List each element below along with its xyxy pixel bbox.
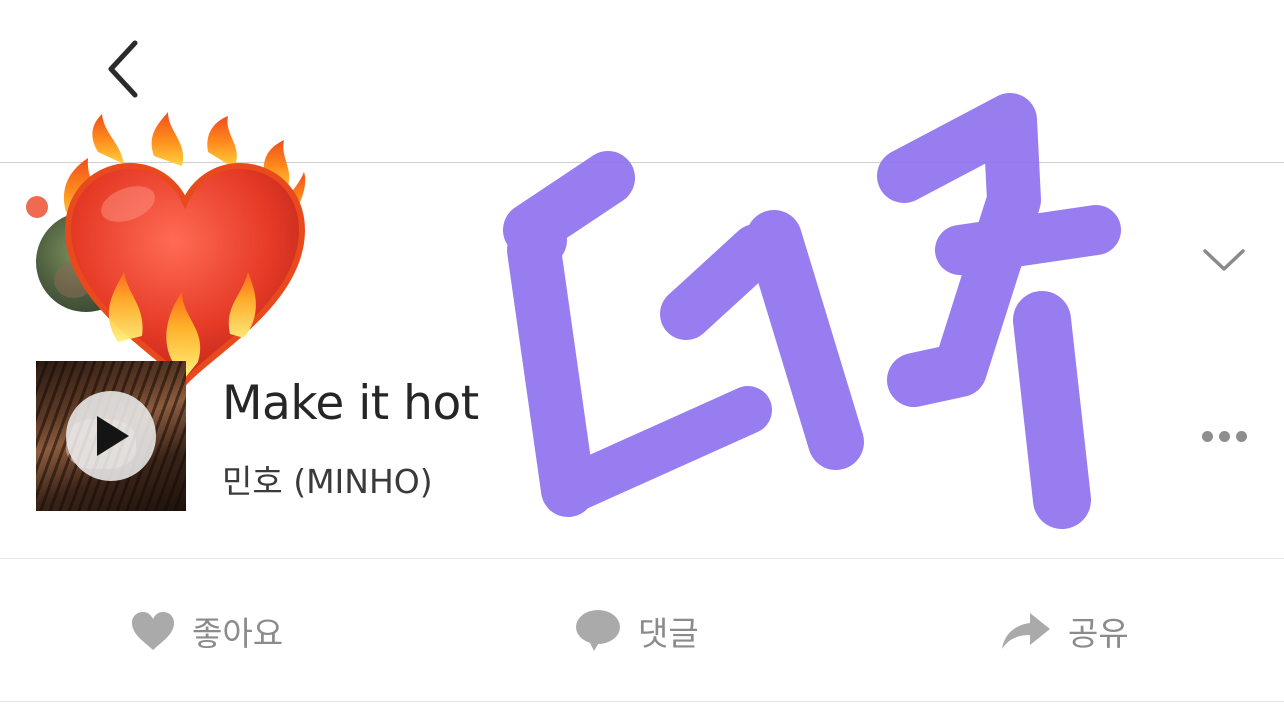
- chevron-left-icon: [108, 40, 138, 98]
- back-button[interactable]: [96, 34, 150, 104]
- comment-label: 댓글: [638, 614, 699, 653]
- expand-button[interactable]: [1196, 238, 1252, 282]
- like-label: 좋아요: [192, 614, 284, 653]
- speech-bubble-icon: [576, 610, 620, 651]
- ellipsis-dot: [1201, 430, 1213, 442]
- ellipsis-dot: [1218, 430, 1230, 442]
- album-cover[interactable]: [36, 361, 186, 511]
- song-title[interactable]: Make it hot: [222, 376, 479, 431]
- chevron-down-icon: [1203, 249, 1245, 271]
- like-button[interactable]: 좋아요: [130, 605, 283, 657]
- share-label: 공유: [1068, 614, 1129, 653]
- bottom-divider: [0, 701, 1284, 702]
- play-button[interactable]: [66, 391, 156, 481]
- heart-on-fire-sticker: [64, 112, 306, 387]
- play-icon: [97, 416, 129, 456]
- more-options-button[interactable]: [1194, 420, 1254, 452]
- heart-icon: [132, 612, 174, 650]
- ellipsis-dot: [1235, 430, 1247, 442]
- action-bar: 좋아요 댓글 공유: [0, 559, 1284, 701]
- status-dot: [26, 196, 48, 218]
- song-artist[interactable]: 민호 (MINHO): [222, 455, 433, 503]
- share-button[interactable]: 공유: [1000, 605, 1129, 657]
- share-arrow-icon: [1002, 613, 1050, 649]
- comment-button[interactable]: 댓글: [574, 605, 699, 657]
